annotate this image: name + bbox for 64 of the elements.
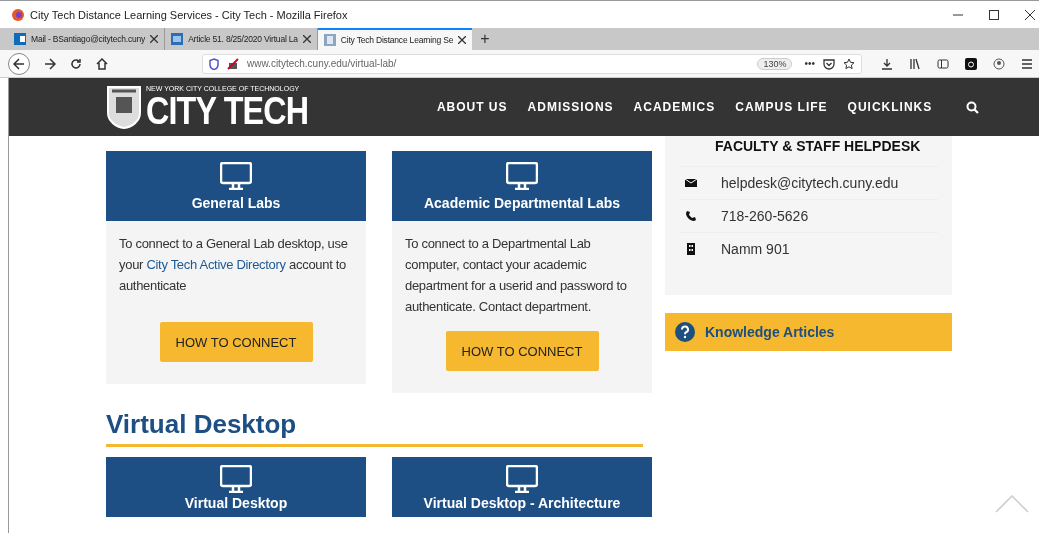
how-to-connect-button[interactable]: HOW TO CONNECT [159, 322, 313, 362]
forward-arrow-icon [44, 57, 56, 70]
extension-icon [965, 57, 977, 70]
close-icon [302, 35, 311, 43]
firefox-logo-icon [12, 8, 24, 21]
sidebar-icon [937, 57, 949, 70]
new-tab-button[interactable]: + [472, 28, 498, 50]
phone-icon [685, 210, 697, 222]
monitor-icon [506, 465, 538, 493]
maximize-icon [989, 9, 999, 20]
pocket-icon [823, 57, 835, 70]
card-title: Virtual Desktop [184, 495, 288, 511]
knowledge-articles-link[interactable]: Knowledge Articles [665, 313, 952, 351]
card-text: To connect to a General Lab desktop, use your City Tech Active Directory account to authenticate [119, 235, 349, 295]
card-title: General Labs [191, 194, 281, 211]
download-icon [881, 57, 893, 70]
document-icon [171, 33, 184, 45]
card-title: Academic Departmental Labs [423, 194, 621, 211]
star-icon [843, 57, 855, 70]
card-text: To connect to a Departmental Lab computer, contact your academic department for a userid and password to authenticate. Contact department. [405, 235, 628, 316]
envelope-icon [685, 177, 697, 189]
search-button[interactable] [966, 100, 980, 114]
more-actions-button[interactable]: ••• [804, 58, 815, 69]
question-icon [675, 322, 695, 342]
browser-tab[interactable]: City Tech Distance Learning Se [317, 28, 473, 50]
site-icon [323, 34, 336, 46]
monitor-icon [506, 161, 538, 190]
close-icon [458, 36, 467, 44]
library-icon [909, 57, 921, 70]
monitor-icon [220, 161, 252, 190]
shield-icon [209, 57, 219, 70]
account-icon [993, 57, 1005, 70]
close-icon [150, 35, 159, 43]
menu-icon [1021, 57, 1033, 70]
college-seal-icon [106, 85, 142, 129]
contact-text: 718-260-5626 [721, 208, 809, 224]
zoom-level[interactable]: 130% [757, 57, 793, 70]
window-title: City Tech Distance Learning Services - City Tech - Mozilla Firefox [30, 8, 349, 21]
reload-icon [70, 57, 82, 70]
address-bar[interactable]: www.citytech.cuny.edu/virtual-lab/ 130% ••• [202, 53, 862, 74]
close-icon [1025, 9, 1035, 20]
monitor-icon [220, 465, 252, 493]
insecure-lock-icon [227, 57, 239, 70]
nav-link[interactable]: CAMPUS LIFE [735, 100, 828, 114]
mail-icon [14, 33, 26, 45]
directory-link[interactable]: City Tech Active Directory [146, 257, 286, 272]
helpdesk-heading: FACULTY & STAFF HELPDESK [714, 138, 922, 156]
section-heading: Virtual Desktop [106, 409, 643, 447]
building-icon [685, 243, 697, 255]
back-arrow-icon [13, 57, 25, 70]
how-to-connect-button[interactable]: HOW TO CONNECT [445, 331, 599, 371]
nav-link[interactable]: ACADEMICS [633, 100, 716, 114]
home-icon [96, 57, 108, 70]
back-button[interactable] [8, 52, 30, 75]
contact-text: Namm 901 [721, 241, 790, 257]
college-logo-text: CITY TECH [146, 93, 309, 129]
nav-link[interactable]: ABOUT US [436, 100, 508, 114]
card-title: Virtual Desktop - Architecture [423, 495, 621, 511]
scroll-to-top-icon [995, 495, 1029, 513]
nav-link[interactable]: ADMISSIONS [527, 100, 614, 114]
url-text: www.citytech.cuny.edu/virtual-lab/ [247, 58, 398, 69]
nav-link[interactable]: QUICKLINKS [847, 100, 933, 114]
search-icon [966, 100, 980, 114]
email-link[interactable]: helpdesk@citytech.cuny.edu [721, 175, 899, 191]
